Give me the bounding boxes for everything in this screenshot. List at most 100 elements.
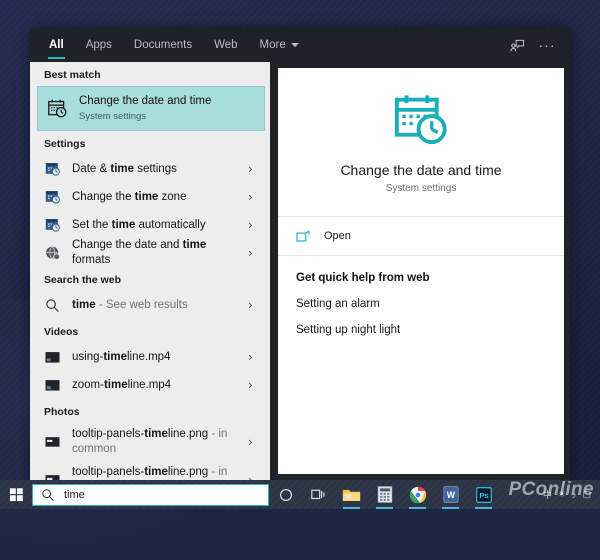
result-row-change-time-zone[interactable]: Change the time zone › bbox=[30, 183, 270, 211]
tab-all-label: All bbox=[49, 39, 64, 51]
cortana-circle-icon bbox=[279, 488, 293, 502]
preview-subtitle: System settings bbox=[386, 183, 457, 194]
date-time-settings-icon bbox=[44, 189, 61, 206]
chevron-right-icon: › bbox=[248, 247, 258, 259]
google-chrome-icon bbox=[409, 486, 427, 504]
taskbar-app-file-explorer[interactable] bbox=[335, 480, 368, 509]
result-label: Set the time automatically bbox=[72, 218, 244, 233]
chevron-down-icon bbox=[291, 43, 299, 47]
result-row-photo-tooltip-panels-2[interactable]: tooltip-panels-timeline.png - in common … bbox=[30, 461, 270, 480]
result-label: Change the time zone bbox=[72, 190, 244, 205]
video-file-icon bbox=[44, 377, 61, 394]
section-header-photos: Photos bbox=[30, 399, 270, 423]
volume-icon[interactable]: ♪ bbox=[572, 490, 577, 500]
tab-documents-label: Documents bbox=[134, 39, 192, 51]
tab-more-label: More bbox=[260, 39, 286, 51]
quick-help-title: Get quick help from web bbox=[296, 272, 546, 284]
chevron-right-icon: › bbox=[248, 299, 258, 311]
result-row-video-zoom-timeline[interactable]: zoom-timeline.mp4 › bbox=[30, 371, 270, 399]
input-method-icon[interactable]: 中 bbox=[543, 488, 552, 501]
taskbar-search-input[interactable]: time bbox=[32, 484, 269, 506]
result-label: using-timeline.mp4 bbox=[72, 350, 244, 365]
preview-title: Change the date and time bbox=[340, 162, 501, 178]
network-icon[interactable]: ☀ bbox=[558, 489, 566, 500]
best-match-result-row[interactable]: Change the date and time System settings bbox=[37, 86, 265, 131]
adobe-photoshop-icon: Ps bbox=[476, 487, 492, 503]
search-icon bbox=[44, 297, 61, 314]
taskbar-search-value: time bbox=[64, 489, 85, 501]
quick-help-section: Get quick help from web Setting an alarm… bbox=[278, 256, 564, 336]
chevron-right-icon: › bbox=[248, 219, 258, 231]
action-center-icon[interactable]: ▢ bbox=[582, 489, 591, 500]
feedback-button[interactable] bbox=[502, 30, 532, 60]
tab-web-label: Web bbox=[214, 39, 237, 51]
video-file-icon bbox=[44, 349, 61, 366]
result-row-change-date-time-formats[interactable]: Change the date and time formats › bbox=[30, 239, 270, 267]
tab-all[interactable]: All bbox=[38, 28, 75, 62]
ellipsis-icon: ··· bbox=[539, 37, 556, 53]
preview-pane: Change the date and time System settings… bbox=[278, 68, 564, 474]
taskbar-app-adobe-photoshop[interactable]: Ps bbox=[467, 480, 500, 509]
open-label: Open bbox=[324, 230, 351, 242]
chevron-right-icon: › bbox=[248, 351, 258, 363]
section-header-settings: Settings bbox=[30, 131, 270, 155]
cortana-button[interactable] bbox=[269, 480, 302, 509]
result-label: Change the date and time formats bbox=[72, 238, 244, 268]
search-icon bbox=[41, 488, 55, 502]
section-header-best-match: Best match bbox=[30, 62, 270, 86]
result-label: Date & time settings bbox=[72, 162, 244, 177]
calendar-clock-icon bbox=[47, 98, 68, 119]
start-button[interactable] bbox=[0, 480, 32, 509]
windows-logo-icon bbox=[9, 487, 24, 502]
quick-help-link-setting-up-night-light[interactable]: Setting up night light bbox=[296, 324, 546, 336]
tab-apps-label: Apps bbox=[86, 39, 112, 51]
result-label: zoom-timeline.mp4 bbox=[72, 378, 244, 393]
date-time-settings-icon bbox=[44, 217, 61, 234]
result-row-web-search[interactable]: time - See web results › bbox=[30, 291, 270, 319]
chevron-right-icon: › bbox=[248, 191, 258, 203]
preview-hero: Change the date and time System settings bbox=[278, 68, 564, 217]
best-match-title: Change the date and time bbox=[79, 94, 211, 108]
system-tray: 中 ☀ ♪ ▢ bbox=[540, 488, 600, 501]
taskbar-app-calculator[interactable] bbox=[368, 480, 401, 509]
calendar-clock-icon bbox=[392, 90, 450, 148]
result-label: time - See web results bbox=[72, 298, 244, 313]
result-row-date-time-settings[interactable]: Date & time settings › bbox=[30, 155, 270, 183]
search-results-pane[interactable]: Best match Change the da bbox=[30, 62, 270, 480]
task-view-icon bbox=[311, 488, 327, 502]
file-explorer-icon bbox=[342, 487, 361, 503]
svg-text:Ps: Ps bbox=[479, 491, 488, 500]
task-view-button[interactable] bbox=[302, 480, 335, 509]
windows-search-flyout: All Apps Documents Web More ··· bbox=[30, 28, 570, 480]
result-label: tooltip-panels-timeline.png - in common bbox=[72, 427, 244, 457]
calculator-icon bbox=[377, 486, 393, 503]
best-match-text-block: Change the date and time System settings bbox=[79, 94, 211, 122]
svg-text:W: W bbox=[446, 490, 455, 500]
feedback-icon bbox=[510, 38, 525, 53]
image-file-icon bbox=[44, 472, 61, 481]
image-file-icon bbox=[44, 434, 61, 451]
tab-documents[interactable]: Documents bbox=[123, 28, 203, 62]
taskbar-app-google-chrome[interactable] bbox=[401, 480, 434, 509]
result-label: tooltip-panels-timeline.png - in common bbox=[72, 465, 244, 480]
date-time-settings-icon bbox=[44, 161, 61, 178]
result-row-set-time-automatically[interactable]: Set the time automatically › bbox=[30, 211, 270, 239]
taskbar: time bbox=[0, 480, 600, 509]
best-match-subtitle: System settings bbox=[79, 111, 211, 123]
result-row-photo-tooltip-panels-1[interactable]: tooltip-panels-timeline.png - in common … bbox=[30, 423, 270, 461]
more-options-button[interactable]: ··· bbox=[532, 30, 562, 60]
tab-apps[interactable]: Apps bbox=[75, 28, 123, 62]
search-flyout-body: Best match Change the da bbox=[30, 62, 570, 480]
search-filter-tab-bar: All Apps Documents Web More ··· bbox=[30, 28, 570, 62]
quick-help-link-setting-an-alarm[interactable]: Setting an alarm bbox=[296, 298, 546, 310]
taskbar-app-microsoft-word[interactable]: W bbox=[434, 480, 467, 509]
tab-web[interactable]: Web bbox=[203, 28, 248, 62]
open-button[interactable]: Open bbox=[278, 217, 564, 256]
chevron-right-icon: › bbox=[248, 436, 258, 448]
section-header-search-the-web: Search the web bbox=[30, 267, 270, 291]
section-header-videos: Videos bbox=[30, 319, 270, 343]
region-format-icon bbox=[44, 245, 61, 262]
result-row-video-using-timeline[interactable]: using-timeline.mp4 › bbox=[30, 343, 270, 371]
open-external-icon bbox=[296, 229, 311, 244]
tab-more[interactable]: More bbox=[249, 28, 310, 62]
